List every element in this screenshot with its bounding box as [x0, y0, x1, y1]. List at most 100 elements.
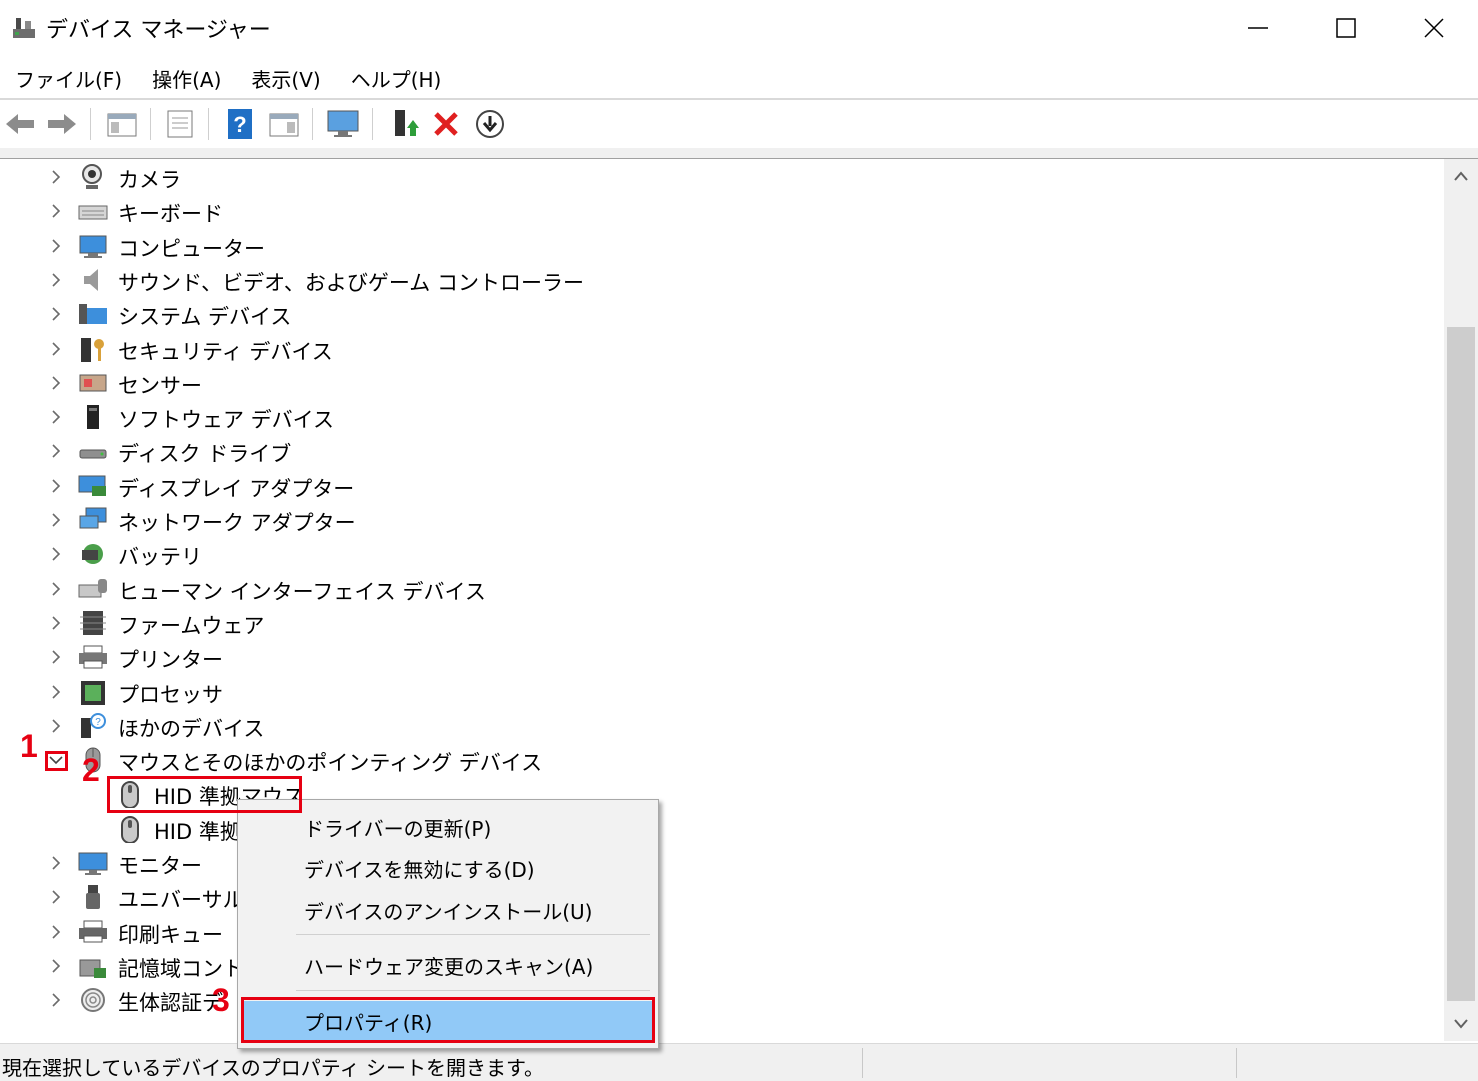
menu-help[interactable]: ヘルプ(H) — [336, 58, 457, 98]
tree-item-label: ソフトウェア デバイス — [118, 408, 335, 433]
chevron-right-icon — [52, 616, 61, 630]
expand-toggle[interactable] — [48, 992, 64, 1008]
expand-toggle[interactable] — [48, 169, 64, 185]
mouse-device-icon — [121, 815, 139, 843]
show-hide-console-tree-button[interactable] — [104, 106, 140, 142]
tree-item-label: サウンド、ビデオ、およびゲーム コントローラー — [118, 270, 584, 295]
printer-icon — [79, 645, 107, 669]
back-arrow-icon — [6, 114, 34, 134]
expand-toggle[interactable] — [48, 272, 64, 288]
tree-category[interactable]: ディスク ドライブ — [0, 434, 1000, 468]
menu-action[interactable]: 操作(A) — [137, 58, 236, 98]
expand-toggle[interactable] — [48, 443, 64, 459]
scroll-down-button[interactable] — [1444, 1007, 1478, 1041]
expand-toggle[interactable] — [48, 718, 64, 734]
console-tree-icon — [107, 113, 137, 137]
tree-category[interactable]: ソフトウェア デバイス — [0, 400, 1000, 434]
tree-category[interactable]: プロセッサ — [0, 675, 1000, 709]
scrollbar-thumb[interactable] — [1447, 327, 1475, 1001]
maximize-button[interactable] — [1302, 0, 1390, 56]
expand-toggle[interactable] — [48, 581, 64, 597]
toolbar: ? — [0, 100, 1478, 148]
tree-category[interactable]: サウンド、ビデオ、およびゲーム コントローラー — [0, 263, 1000, 297]
tree-item-label: ディスク ドライブ — [118, 442, 292, 467]
status-bar: 現在選択しているデバイスのプロパティ シートを開きます。 — [0, 1043, 1478, 1081]
tree-category[interactable]: ヒューマン インターフェイス デバイス — [0, 572, 1000, 606]
action-pane-button[interactable] — [266, 106, 302, 142]
tree-category[interactable]: キーボード — [0, 194, 1000, 228]
expand-toggle[interactable] — [48, 684, 64, 700]
tree-category-mice[interactable]: マウスとそのほかのポインティング デバイス — [0, 743, 1000, 777]
chevron-right-icon — [52, 582, 61, 596]
properties-sheet-icon — [167, 110, 193, 138]
expand-toggle[interactable] — [48, 924, 64, 940]
menu-view[interactable]: 表示(V) — [236, 58, 335, 98]
scroll-up-button[interactable] — [1444, 159, 1478, 193]
scan-hardware-button[interactable] — [325, 106, 361, 142]
expand-toggle[interactable] — [48, 238, 64, 254]
expand-toggle[interactable] — [48, 341, 64, 357]
expand-toggle[interactable] — [48, 478, 64, 494]
tree-item-label: ディスプレイ アダプター — [118, 476, 355, 501]
back-button[interactable] — [2, 106, 38, 142]
tree-category[interactable]: ディスプレイ アダプター — [0, 469, 1000, 503]
expand-toggle[interactable] — [48, 203, 64, 219]
uninstall-button[interactable] — [428, 106, 464, 142]
close-button[interactable] — [1390, 0, 1478, 56]
keyboard-icon — [78, 205, 108, 220]
chevron-right-icon — [52, 341, 61, 356]
expand-toggle[interactable] — [48, 546, 64, 562]
tree-item-label: カメラ — [118, 168, 181, 192]
disable-device-button[interactable] — [472, 106, 508, 142]
tree-item-label: モニター — [118, 854, 202, 878]
update-driver-button[interactable] — [386, 106, 422, 142]
chevron-right-icon — [52, 890, 61, 904]
tree-category[interactable]: セキュリティ デバイス — [0, 332, 1000, 366]
expand-toggle[interactable] — [48, 855, 64, 871]
tree-item-label: ほかのデバイス — [118, 716, 265, 741]
tree-category[interactable]: ファームウェア — [0, 606, 1000, 640]
tree-item-label: システム デバイス — [118, 305, 292, 330]
tree-item-label: 生体認証デ — [118, 991, 223, 1016]
scan-hardware-menu-item[interactable]: ハードウェア変更のスキャン(A) — [241, 945, 653, 985]
expand-toggle[interactable] — [48, 409, 64, 425]
svg-text:?: ? — [95, 717, 101, 728]
forward-button[interactable] — [44, 106, 80, 142]
tree-category[interactable]: センサー — [0, 366, 1000, 400]
chevron-right-icon — [52, 959, 61, 973]
minimize-button[interactable] — [1214, 0, 1302, 56]
tree-item-label: ファームウェア — [118, 613, 265, 638]
tree-category[interactable]: バッテリ — [0, 537, 1000, 571]
uninstall-device-menu-item[interactable]: デバイスのアンインストール(U) — [241, 890, 653, 930]
annotation-box-hid-mouse — [107, 776, 302, 813]
device-tree[interactable]: カメラ キーボード コンピューターサウンド、ビデオ、およびゲーム コントローラー シス… — [0, 159, 1444, 1041]
menu-file[interactable]: ファイル(F) — [0, 58, 137, 98]
help-button[interactable]: ? — [222, 106, 258, 142]
tree-category[interactable]: カメラ — [0, 160, 1000, 194]
update-driver-menu-item[interactable]: ドライバーの更新(P) — [241, 807, 653, 847]
chevron-right-icon — [52, 376, 61, 390]
expand-toggle[interactable] — [48, 615, 64, 631]
expand-toggle[interactable] — [48, 649, 64, 665]
chevron-right-icon — [52, 204, 61, 218]
tree-category[interactable]: コンピューター — [0, 229, 1000, 263]
expand-toggle[interactable] — [48, 306, 64, 322]
annotation-number-3: 3 — [212, 982, 230, 1018]
expand-toggle[interactable] — [48, 958, 64, 974]
unknown-device-icon: ? — [81, 712, 106, 738]
disable-device-menu-item[interactable]: デバイスを無効にする(D) — [241, 848, 653, 888]
tree-category[interactable]: プリンター — [0, 640, 1000, 674]
expand-toggle[interactable] — [48, 889, 64, 905]
vertical-scrollbar[interactable] — [1444, 159, 1478, 1041]
tree-category[interactable]: ネットワーク アダプター — [0, 503, 1000, 537]
properties-toolbar-button[interactable] — [162, 106, 198, 142]
expand-toggle[interactable] — [48, 512, 64, 528]
tree-item-label: HID 準拠 — [154, 819, 241, 844]
hid-icon — [78, 578, 107, 598]
chevron-right-icon — [52, 307, 61, 321]
expand-toggle[interactable] — [48, 375, 64, 391]
tree-category[interactable]: システム デバイス — [0, 297, 1000, 331]
chevron-right-icon — [52, 547, 61, 561]
chevron-right-icon — [52, 513, 61, 527]
tree-category[interactable]: ? ほかのデバイス — [0, 709, 1000, 743]
